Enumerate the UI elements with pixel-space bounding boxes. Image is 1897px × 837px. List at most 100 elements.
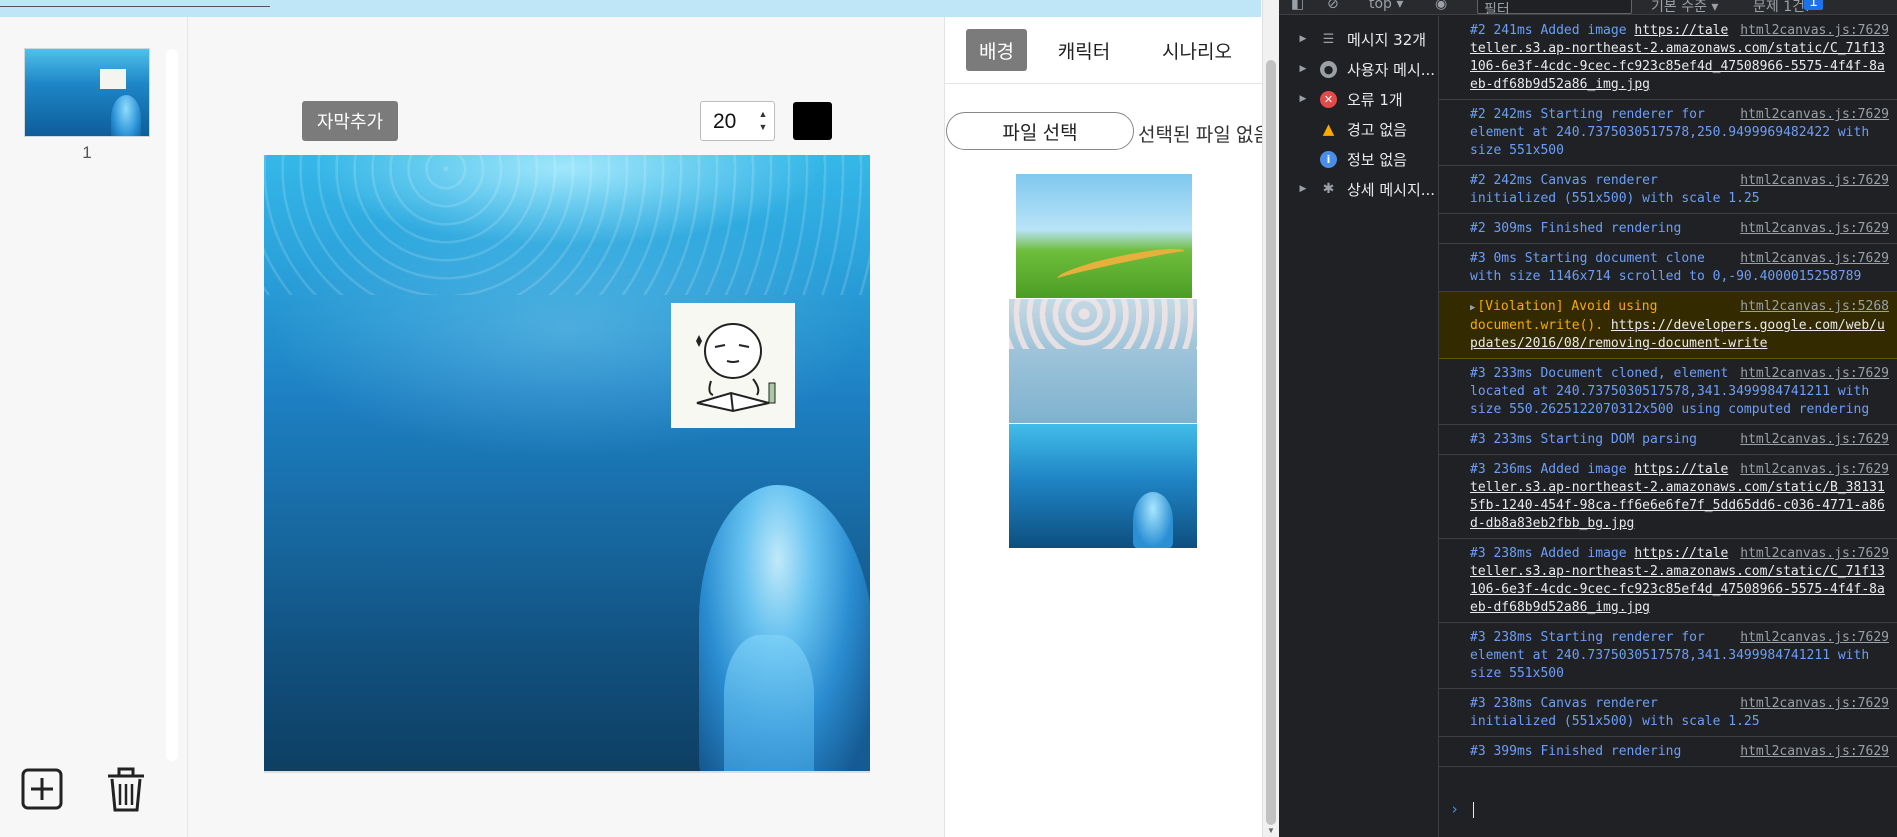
tab-scenario[interactable]: 시나리오 <box>1154 29 1240 71</box>
page-thumbnail[interactable] <box>24 48 150 137</box>
sidebar-item-errors[interactable]: ▶ ✕ 오류 1개 <box>1279 86 1439 112</box>
sidebar-item-label: 상세 메시지... <box>1347 180 1436 199</box>
console-sidebar: ▶ ☰ 메시지 32개 ▶ ● 사용자 메시... ▶ ✕ 오류 1개 ▲ 경고… <box>1279 16 1439 837</box>
console-log-entry: html2canvas.js:7629 #3 0ms Starting docum… <box>1439 244 1897 292</box>
tab-character[interactable]: 캐릭터 <box>1049 29 1119 71</box>
log-source-link[interactable]: html2canvas.js:7629 <box>1740 743 1889 761</box>
log-source-link[interactable]: html2canvas.js:7629 <box>1740 431 1889 449</box>
sidebar-item-warnings[interactable]: ▲ 경고 없음 <box>1279 116 1439 142</box>
sidebar-item-label: 메시지 32개 <box>1347 30 1427 49</box>
expand-arrow-icon[interactable]: ▶ <box>1294 34 1312 44</box>
log-source-link[interactable]: html2canvas.js:7629 <box>1740 695 1889 713</box>
log-source-link[interactable]: html2canvas.js:7629 <box>1740 629 1889 647</box>
console-warning-entry: html2canvas.js:5268 ▶ [Violation] Avoid us… <box>1439 292 1897 359</box>
sidebar-item-label: 사용자 메시... <box>1347 60 1436 79</box>
sidebar-item-info[interactable]: i 정보 없음 <box>1279 146 1439 172</box>
console-filter-input[interactable]: 필터 <box>1477 0 1632 14</box>
page-number: 1 <box>82 143 92 162</box>
thumbnail-dolphin <box>111 95 141 136</box>
eye-icon[interactable]: ◉ <box>1435 0 1447 12</box>
info-icon: i <box>1320 150 1337 168</box>
issues-badge[interactable]: 1 <box>1804 0 1823 10</box>
console-log-entry: html2canvas.js:7629 #3 238ms Canvas rende… <box>1439 689 1897 737</box>
log-source-link[interactable]: html2canvas.js:7629 <box>1740 365 1889 383</box>
sidebar-item-label: 경고 없음 <box>1347 120 1407 139</box>
log-source-link[interactable]: html2canvas.js:5268 <box>1740 298 1889 316</box>
log-message: #3 238ms Canvas renderer initialized (55… <box>1470 696 1760 729</box>
page-thumbnail-sidebar: 1 <box>0 17 188 837</box>
dolphin-snout <box>724 635 814 771</box>
warning-icon: ▲ <box>1322 120 1335 138</box>
issues-count: 1 <box>1804 0 1823 10</box>
context-selector[interactable]: top ▾ <box>1369 0 1403 12</box>
log-message: #2 242ms Canvas renderer initialized (55… <box>1470 173 1760 206</box>
console-log-entry: html2canvas.js:7629 #2 241ms Added image … <box>1439 16 1897 100</box>
sidebar-item-messages[interactable]: ▶ ☰ 메시지 32개 <box>1279 26 1439 52</box>
devtools-console: ◧ ⊘ top ▾ ◉ 필터 기본 수준 ▾ 문제 1건: 1 ▶ ☰ 메시지 … <box>1279 0 1897 837</box>
thumbnail-dolphin-shape <box>1133 492 1173 548</box>
log-source-link[interactable]: html2canvas.js:7629 <box>1740 461 1889 479</box>
background-thumbnail-dolphin[interactable] <box>1009 424 1197 548</box>
console-log-entry: html2canvas.js:7629 #3 233ms Document clo… <box>1439 359 1897 425</box>
expand-arrow-icon[interactable]: ▶ <box>1470 303 1475 313</box>
story-page-canvas[interactable] <box>264 155 870 773</box>
log-source-link[interactable]: html2canvas.js:7629 <box>1740 250 1889 268</box>
add-page-button[interactable] <box>20 767 64 811</box>
stepper-down-icon[interactable]: ▼ <box>756 121 770 134</box>
list-icon: ☰ <box>1322 31 1335 47</box>
expand-arrow-icon[interactable]: ▶ <box>1294 94 1312 104</box>
stepper-up-icon[interactable]: ▲ <box>756 108 770 121</box>
add-subtitle-button[interactable]: 자막추가 <box>302 101 398 141</box>
console-log-entry: html2canvas.js:7629 #3 238ms Added image … <box>1439 539 1897 623</box>
background-thumbnail-meadow[interactable] <box>1016 174 1192 298</box>
log-message: #3 233ms Starting DOM parsing <box>1470 432 1697 447</box>
console-prompt[interactable]: › <box>1450 800 1475 818</box>
console-log-entry: html2canvas.js:7629 #3 236ms Added image … <box>1439 455 1897 539</box>
font-size-stepper[interactable]: 20 ▲ ▼ <box>700 101 775 141</box>
sidebar-item-label: 오류 1개 <box>1347 90 1403 109</box>
console-log-entry: html2canvas.js:7629 #3 233ms Starting DOM… <box>1439 425 1897 455</box>
thumbnail-character <box>100 69 126 89</box>
scroll-down-arrow-icon[interactable]: ▼ <box>1267 826 1275 835</box>
issues-label: 문제 1건: <box>1753 0 1810 15</box>
console-log-entry: html2canvas.js:7629 #3 238ms Starting ren… <box>1439 623 1897 689</box>
clear-console-icon[interactable]: ⊘ <box>1327 0 1339 12</box>
log-source-link[interactable]: html2canvas.js:7629 <box>1740 172 1889 190</box>
stepper-arrows[interactable]: ▲ ▼ <box>756 108 770 134</box>
log-message: #2 241ms Added image <box>1470 23 1635 38</box>
bug-icon: ✱ <box>1322 181 1335 197</box>
user-icon: ● <box>1320 60 1337 78</box>
water-surface-light <box>264 155 870 295</box>
asset-tabs: 배경 캐릭터 시나리오 <box>945 17 1262 84</box>
character-image[interactable] <box>671 303 795 428</box>
expand-arrow-icon[interactable]: ▶ <box>1294 184 1312 194</box>
delete-page-button[interactable] <box>104 767 148 812</box>
header-underline <box>0 4 270 7</box>
prompt-chevron-icon: › <box>1450 800 1460 818</box>
thumbnail-scrollbar[interactable] <box>166 49 178 761</box>
file-select-button[interactable]: 파일 선택 <box>946 112 1134 150</box>
page-scrollbar[interactable]: ▼ <box>1262 0 1279 837</box>
cherry-blossom-branches <box>1009 299 1197 349</box>
sidebar-item-verbose[interactable]: ▶ ✱ 상세 메시지... <box>1279 176 1439 202</box>
background-thumbnail-cherry-blossom[interactable] <box>1009 299 1197 423</box>
text-color-picker[interactable] <box>793 102 832 140</box>
tab-background[interactable]: 배경 <box>966 29 1027 71</box>
log-source-link[interactable]: html2canvas.js:7629 <box>1740 545 1889 563</box>
trash-icon <box>108 767 144 812</box>
console-caret <box>1473 801 1475 818</box>
log-source-link[interactable]: html2canvas.js:7629 <box>1740 22 1889 40</box>
asset-panel: 배경 캐릭터 시나리오 파일 선택 선택된 파일 없음 <box>944 17 1262 837</box>
sidebar-item-user-messages[interactable]: ▶ ● 사용자 메시... <box>1279 56 1439 82</box>
app-top-strip <box>0 0 1261 17</box>
log-level-selector[interactable]: 기본 수준 ▾ <box>1651 0 1718 14</box>
console-log: html2canvas.js:7629 #2 241ms Added image … <box>1439 16 1897 837</box>
sidebar-toggle-icon[interactable]: ◧ <box>1291 0 1304 12</box>
expand-arrow-icon[interactable]: ▶ <box>1294 64 1312 74</box>
console-log-entry: html2canvas.js:7629 #2 242ms Starting ren… <box>1439 100 1897 166</box>
page-scrollbar-thumb[interactable] <box>1266 60 1276 825</box>
log-source-link[interactable]: html2canvas.js:7629 <box>1740 106 1889 124</box>
console-log-entry: html2canvas.js:7629 #2 242ms Canvas rende… <box>1439 166 1897 214</box>
log-source-link[interactable]: html2canvas.js:7629 <box>1740 220 1889 238</box>
filter-placeholder: 필터 <box>1484 2 1510 15</box>
